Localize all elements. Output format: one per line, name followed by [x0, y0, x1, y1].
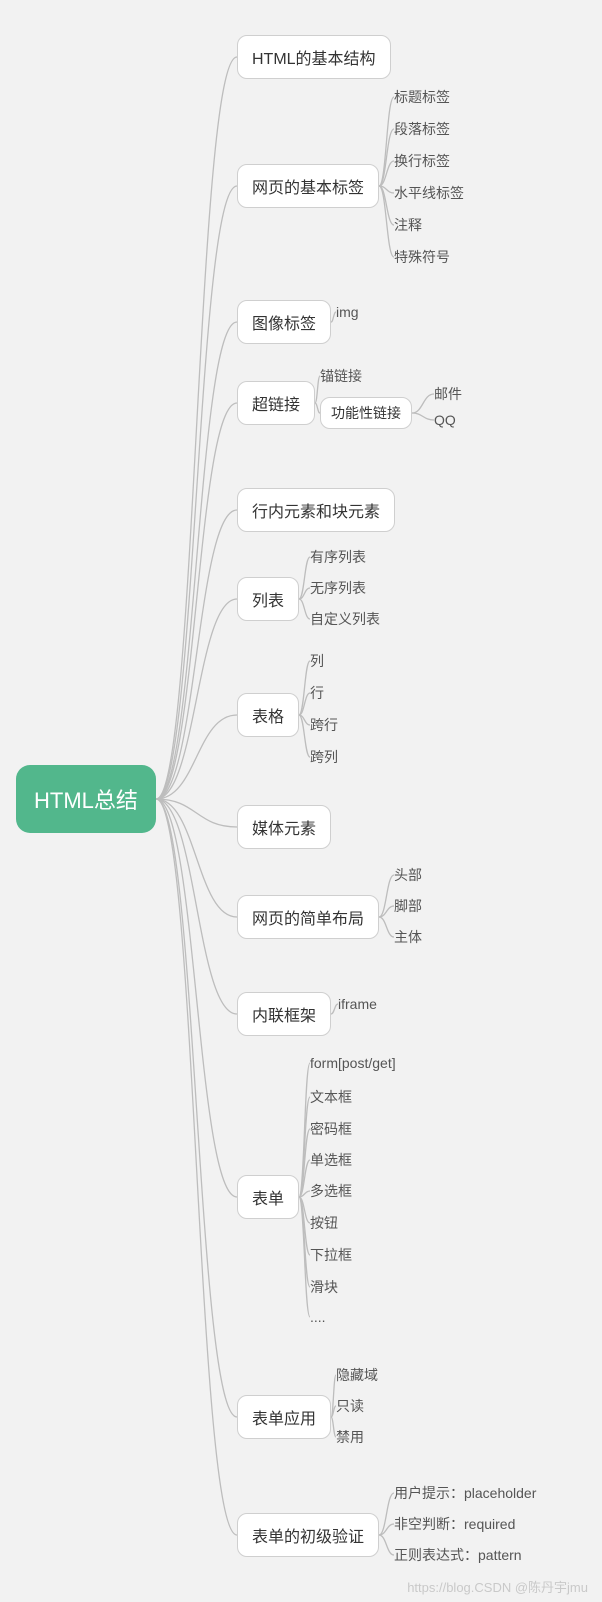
- branch-6[interactable]: 表格: [237, 693, 299, 737]
- branch-4[interactable]: 行内元素和块元素: [237, 488, 395, 532]
- leaf-6-1[interactable]: 行: [310, 683, 324, 703]
- branch-10[interactable]: 表单: [237, 1175, 299, 1219]
- branch-1[interactable]: 网页的基本标签: [237, 164, 379, 208]
- leaf-3-1-1[interactable]: QQ: [434, 412, 456, 428]
- leaf-11-2[interactable]: 禁用: [336, 1427, 364, 1447]
- branch-8[interactable]: 网页的简单布局: [237, 895, 379, 939]
- leaf-10-4[interactable]: 多选框: [310, 1181, 352, 1201]
- leaf-5-2[interactable]: 自定义列表: [310, 609, 380, 629]
- leaf-12-1[interactable]: 非空判断：required: [394, 1514, 515, 1534]
- leaf-12-0[interactable]: 用户提示：placeholder: [394, 1483, 536, 1503]
- leaf-6-3[interactable]: 跨列: [310, 747, 338, 767]
- branch-5[interactable]: 列表: [237, 577, 299, 621]
- leaf-8-2[interactable]: 主体: [394, 927, 422, 947]
- leaf-1-5[interactable]: 特殊符号: [394, 247, 450, 267]
- leaf-1-4[interactable]: 注释: [394, 215, 422, 235]
- branch-0[interactable]: HTML的基本结构: [237, 35, 391, 79]
- leaf-6-0[interactable]: 列: [310, 651, 324, 671]
- branch-11[interactable]: 表单应用: [237, 1395, 331, 1439]
- leaf-8-0[interactable]: 头部: [394, 865, 422, 885]
- leaf-10-7[interactable]: 滑块: [310, 1277, 338, 1297]
- leaf-6-2[interactable]: 跨行: [310, 715, 338, 735]
- branch-12[interactable]: 表单的初级验证: [237, 1513, 379, 1557]
- leaf-1-1[interactable]: 段落标签: [394, 119, 450, 139]
- leaf-11-0[interactable]: 隐藏域: [336, 1365, 378, 1385]
- watermark: https://blog.CSDN @陈丹宇jmu: [407, 1577, 588, 1596]
- branch-3[interactable]: 超链接: [237, 381, 315, 425]
- leaf-2-0[interactable]: img: [336, 304, 359, 320]
- leaf-1-0[interactable]: 标题标签: [394, 87, 450, 107]
- leaf-1-2[interactable]: 换行标签: [394, 151, 450, 171]
- branch-7[interactable]: 媒体元素: [237, 805, 331, 849]
- leaf-10-8[interactable]: ....: [310, 1309, 326, 1325]
- leaf-10-5[interactable]: 按钮: [310, 1213, 338, 1233]
- leaf-10-6[interactable]: 下拉框: [310, 1245, 352, 1265]
- leaf-10-1[interactable]: 文本框: [310, 1087, 352, 1107]
- leaf-10-2[interactable]: 密码框: [310, 1119, 352, 1139]
- leaf-1-3[interactable]: 水平线标签: [394, 183, 464, 203]
- leaf-10-3[interactable]: 单选框: [310, 1150, 352, 1170]
- leaf-10-0[interactable]: form[post/get]: [310, 1055, 396, 1071]
- leaf-11-1[interactable]: 只读: [336, 1396, 364, 1416]
- leaf-3-1-0[interactable]: 邮件: [434, 384, 462, 404]
- leaf-8-1[interactable]: 脚部: [394, 896, 422, 916]
- leaf-9-0[interactable]: iframe: [338, 996, 377, 1012]
- leaf-5-1[interactable]: 无序列表: [310, 578, 366, 598]
- mindmap-root[interactable]: HTML总结: [16, 765, 156, 833]
- leaf-12-2[interactable]: 正则表达式：pattern: [394, 1545, 522, 1565]
- branch-9[interactable]: 内联框架: [237, 992, 331, 1036]
- branch-2[interactable]: 图像标签: [237, 300, 331, 344]
- subtopic-3[interactable]: 功能性链接: [320, 397, 412, 429]
- leaf-5-0[interactable]: 有序列表: [310, 547, 366, 567]
- leaf-3-0[interactable]: 锚链接: [320, 366, 362, 386]
